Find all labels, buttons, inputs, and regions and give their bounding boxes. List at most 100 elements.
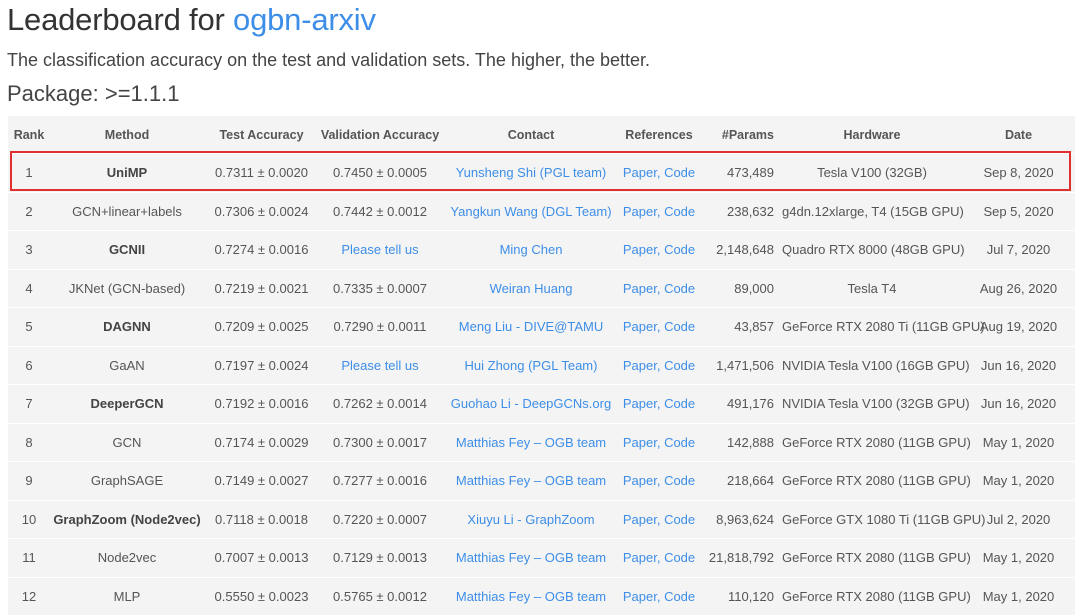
- date-cell: Sep 5, 2020: [962, 191, 1075, 231]
- contact-link[interactable]: Hui Zhong (PGL Team): [465, 358, 598, 373]
- code-link[interactable]: Code: [664, 589, 695, 604]
- method-cell: GCN+linear+labels: [50, 191, 204, 231]
- contact-cell: Yangkun Wang (DGL Team): [441, 191, 621, 231]
- rank-cell: 3: [8, 230, 50, 269]
- contact-link[interactable]: Yunsheng Shi (PGL team): [456, 165, 607, 180]
- separator: ,: [656, 588, 665, 604]
- contact-link[interactable]: Yangkun Wang (DGL Team): [450, 204, 611, 219]
- separator: ,: [656, 242, 665, 258]
- contact-cell: Ming Chen: [441, 230, 621, 269]
- rank-cell: 10: [8, 499, 50, 539]
- paper-link[interactable]: Paper: [623, 204, 657, 219]
- code-link[interactable]: Code: [664, 358, 695, 373]
- column-header: Test Accuracy: [219, 127, 304, 142]
- paper-link[interactable]: Paper: [623, 165, 657, 180]
- test-accuracy-cell: 0.7209 ± 0.0025: [204, 307, 319, 346]
- paper-link[interactable]: Paper: [623, 396, 657, 411]
- separator: ,: [656, 511, 665, 527]
- references-cell: Paper, Code: [621, 576, 697, 615]
- test-accuracy-cell: 0.7174 ± 0.0029: [204, 422, 319, 462]
- dataset-link[interactable]: ogbn-arxiv: [233, 2, 376, 37]
- code-link[interactable]: Code: [664, 550, 695, 565]
- code-link[interactable]: Code: [664, 319, 695, 334]
- contact-link[interactable]: Ming Chen: [500, 242, 563, 257]
- validation-accuracy-cell: 0.7277 ± 0.0016: [319, 461, 441, 500]
- references-cell: Paper, Code: [621, 153, 697, 192]
- date-cell: Jul 7, 2020: [962, 230, 1075, 269]
- code-link[interactable]: Code: [664, 435, 695, 450]
- contact-link[interactable]: Matthias Fey – OGB team: [456, 589, 606, 604]
- contact-link[interactable]: Weiran Huang: [490, 281, 573, 296]
- paper-link[interactable]: Paper: [623, 512, 657, 527]
- hardware-cell: g4dn.12xlarge, T4 (15GB GPU): [782, 191, 964, 231]
- validation-accuracy-cell: 0.7335 ± 0.0007: [319, 268, 441, 308]
- table-row: 1 UniMP 0.7311 ± 0.0020 0.7450 ± 0.0005 Yuns…: [8, 153, 1075, 192]
- contact-link[interactable]: Matthias Fey – OGB team: [456, 435, 606, 450]
- validation-accuracy-cell: Please tell us: [319, 345, 441, 385]
- rank-cell: 5: [8, 307, 50, 346]
- contact-link[interactable]: Matthias Fey – OGB team: [456, 550, 606, 565]
- method-cell: GCN: [50, 422, 204, 462]
- hardware-cell: GeForce RTX 2080 (11GB GPU): [782, 576, 971, 615]
- code-link[interactable]: Code: [664, 281, 695, 296]
- references-cell: Paper, Code: [621, 422, 697, 462]
- paper-link[interactable]: Paper: [623, 281, 657, 296]
- validation-accuracy-link[interactable]: Please tell us: [341, 242, 418, 257]
- test-accuracy-cell: 0.7192 ± 0.0016: [204, 384, 319, 423]
- code-link[interactable]: Code: [664, 396, 695, 411]
- table-row: 3 GCNII 0.7274 ± 0.0016 Please tell us Ming …: [8, 230, 1075, 269]
- paper-link[interactable]: Paper: [623, 242, 657, 257]
- paper-link[interactable]: Paper: [623, 358, 657, 373]
- column-header: Validation Accuracy: [320, 127, 440, 142]
- separator: ,: [656, 396, 665, 412]
- hardware-cell: Tesla T4: [782, 268, 962, 308]
- method-cell: Node2vec: [50, 538, 204, 577]
- hardware-cell: GeForce GTX 1080 Ti (11GB GPU): [782, 499, 986, 539]
- paper-link[interactable]: Paper: [623, 435, 657, 450]
- validation-accuracy-cell: 0.7450 ± 0.0005: [319, 153, 441, 192]
- rank-cell: 11: [8, 538, 50, 577]
- rank-cell: 7: [8, 384, 50, 423]
- test-accuracy-cell: 0.7007 ± 0.0013: [204, 538, 319, 577]
- date-cell: Jun 16, 2020: [962, 384, 1075, 423]
- separator: ,: [656, 550, 665, 566]
- contact-cell: Xiuyu Li - GraphZoom: [441, 499, 621, 539]
- code-link[interactable]: Code: [664, 165, 695, 180]
- contact-link[interactable]: Guohao Li - DeepGCNs.org: [451, 396, 611, 411]
- paper-link[interactable]: Paper: [623, 550, 657, 565]
- params-cell: 491,176: [697, 384, 782, 423]
- rank-cell: 1: [8, 153, 50, 192]
- table-row: 9 GraphSAGE 0.7149 ± 0.0027 0.7277 ± 0.0016…: [8, 461, 1075, 500]
- references-cell: Paper, Code: [621, 499, 697, 539]
- contact-link[interactable]: Matthias Fey – OGB team: [456, 473, 606, 488]
- code-link[interactable]: Code: [664, 242, 695, 257]
- table-header: Rank Method Test Accuracy Validation Accura…: [8, 116, 1075, 154]
- hardware-cell: Quadro RTX 8000 (48GB GPU): [782, 230, 965, 269]
- validation-accuracy-cell: 0.7262 ± 0.0014: [319, 384, 441, 423]
- method-cell: UniMP: [50, 153, 204, 192]
- date-cell: May 1, 2020: [962, 538, 1075, 577]
- code-link[interactable]: Code: [664, 512, 695, 527]
- method-cell: GraphSAGE: [50, 461, 204, 500]
- params-cell: 21,818,792: [697, 538, 782, 577]
- separator: ,: [656, 319, 665, 335]
- method-cell: GCNII: [50, 230, 204, 269]
- paper-link[interactable]: Paper: [623, 473, 657, 488]
- hardware-cell: GeForce RTX 2080 Ti (11GB GPU): [782, 307, 985, 346]
- code-link[interactable]: Code: [664, 473, 695, 488]
- paper-link[interactable]: Paper: [623, 319, 657, 334]
- separator: ,: [656, 434, 665, 450]
- test-accuracy-cell: 0.5550 ± 0.0023: [204, 576, 319, 615]
- hardware-cell: NVIDIA Tesla V100 (16GB GPU): [782, 345, 970, 385]
- test-accuracy-cell: 0.7274 ± 0.0016: [204, 230, 319, 269]
- contact-cell: Matthias Fey – OGB team: [441, 538, 621, 577]
- paper-link[interactable]: Paper: [623, 589, 657, 604]
- contact-link[interactable]: Xiuyu Li - GraphZoom: [467, 512, 594, 527]
- package-version: Package: >=1.1.1: [7, 81, 180, 106]
- validation-accuracy-cell: 0.7129 ± 0.0013: [319, 538, 441, 577]
- code-link[interactable]: Code: [664, 204, 695, 219]
- contact-link[interactable]: Meng Liu - DIVE@TAMU: [459, 319, 603, 334]
- validation-accuracy-cell: 0.7220 ± 0.0007: [319, 499, 441, 539]
- validation-accuracy-link[interactable]: Please tell us: [341, 358, 418, 373]
- hardware-cell: Tesla V100 (32GB): [782, 153, 962, 192]
